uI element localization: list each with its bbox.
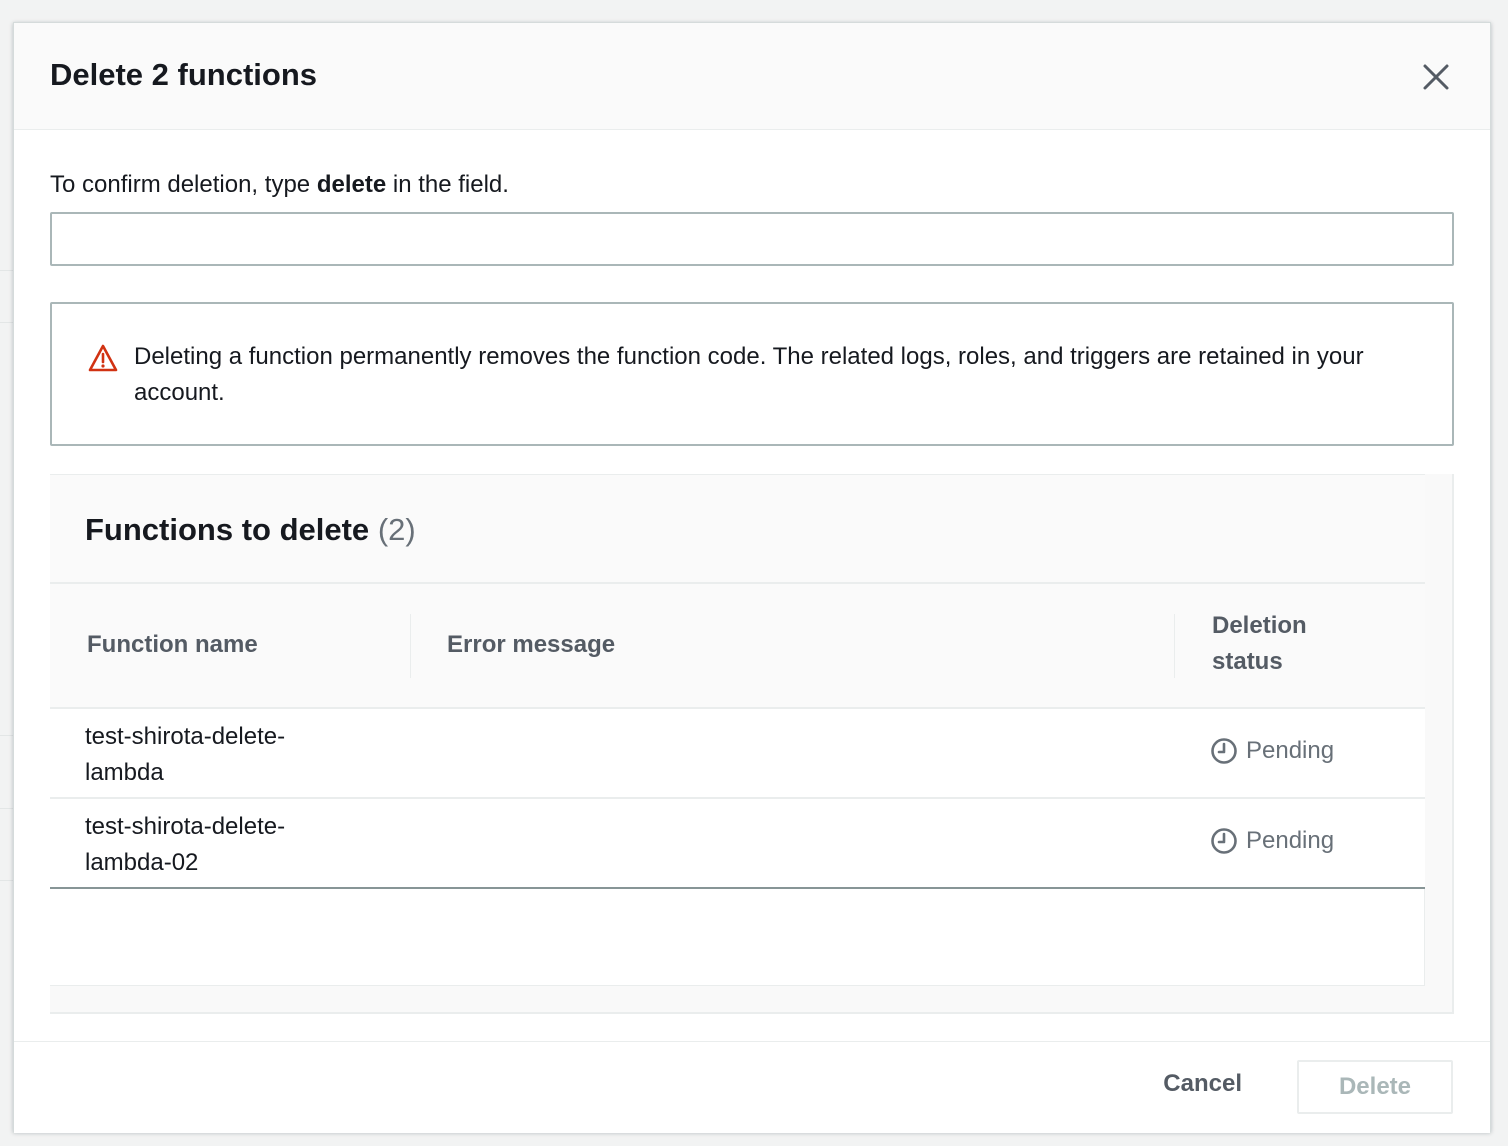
- close-icon: [1423, 64, 1449, 90]
- function-name-cell: test-shirota-delete-lambda-02: [85, 813, 286, 876]
- modal-footer: Cancel Delete: [14, 1041, 1490, 1133]
- clock-icon: [1211, 738, 1237, 764]
- warning-icon: [88, 344, 118, 372]
- column-header-error-message[interactable]: Error message: [447, 627, 615, 663]
- column-separator: [1174, 614, 1175, 678]
- confirm-prefix: To confirm deletion, type: [50, 171, 317, 198]
- table-header: Function name Error message Deletion sta…: [50, 584, 1425, 709]
- functions-header: Functions to delete (2): [50, 475, 1425, 584]
- functions-count: (2): [377, 512, 416, 547]
- function-name-cell: test-shirota-delete-lambda: [85, 723, 286, 786]
- table-row: test-shirota-delete-lambda-02 Pending: [50, 799, 1425, 889]
- alert-message: Deleting a function permanently removes …: [134, 343, 1364, 406]
- background-divider: [0, 270, 14, 271]
- deletion-status: Pending: [1210, 827, 1334, 855]
- confirm-delete-input[interactable]: [50, 212, 1454, 266]
- modal-header: Delete 2 functions: [14, 23, 1490, 130]
- background-divider: [0, 735, 14, 736]
- functions-container: Functions to delete (2) Function name Er…: [50, 474, 1454, 1014]
- functions-title: Functions to delete (2): [85, 512, 416, 548]
- confirm-keyword: delete: [316, 171, 387, 198]
- close-button[interactable]: [1420, 61, 1452, 93]
- confirm-instruction: To confirm deletion, type delete in the …: [50, 171, 509, 199]
- clock-icon: [1211, 828, 1237, 854]
- background-divider: [0, 808, 14, 809]
- column-header-function-name[interactable]: Function name: [87, 627, 258, 663]
- confirm-suffix: in the field.: [386, 171, 509, 198]
- status-text: Pending: [1246, 737, 1335, 764]
- background-divider: [0, 880, 14, 881]
- warning-alert: Deleting a function permanently removes …: [50, 302, 1454, 446]
- column-separator: [410, 614, 411, 678]
- delete-functions-modal: Delete 2 functions To confirm deletion, …: [13, 22, 1491, 1133]
- table-row: test-shirota-delete-lambda Pending: [50, 709, 1425, 799]
- functions-table-wrapper: Functions to delete (2) Function name Er…: [50, 474, 1425, 986]
- column-header-deletion-status[interactable]: Deletion status: [1212, 608, 1342, 680]
- delete-button[interactable]: Delete: [1297, 1060, 1453, 1114]
- background-divider: [0, 322, 14, 323]
- functions-title-text: Functions to delete: [85, 512, 370, 547]
- modal-title: Delete 2 functions: [50, 57, 317, 92]
- deletion-status: Pending: [1210, 737, 1334, 765]
- cancel-button[interactable]: Cancel: [1163, 1070, 1242, 1098]
- status-text: Pending: [1246, 827, 1335, 854]
